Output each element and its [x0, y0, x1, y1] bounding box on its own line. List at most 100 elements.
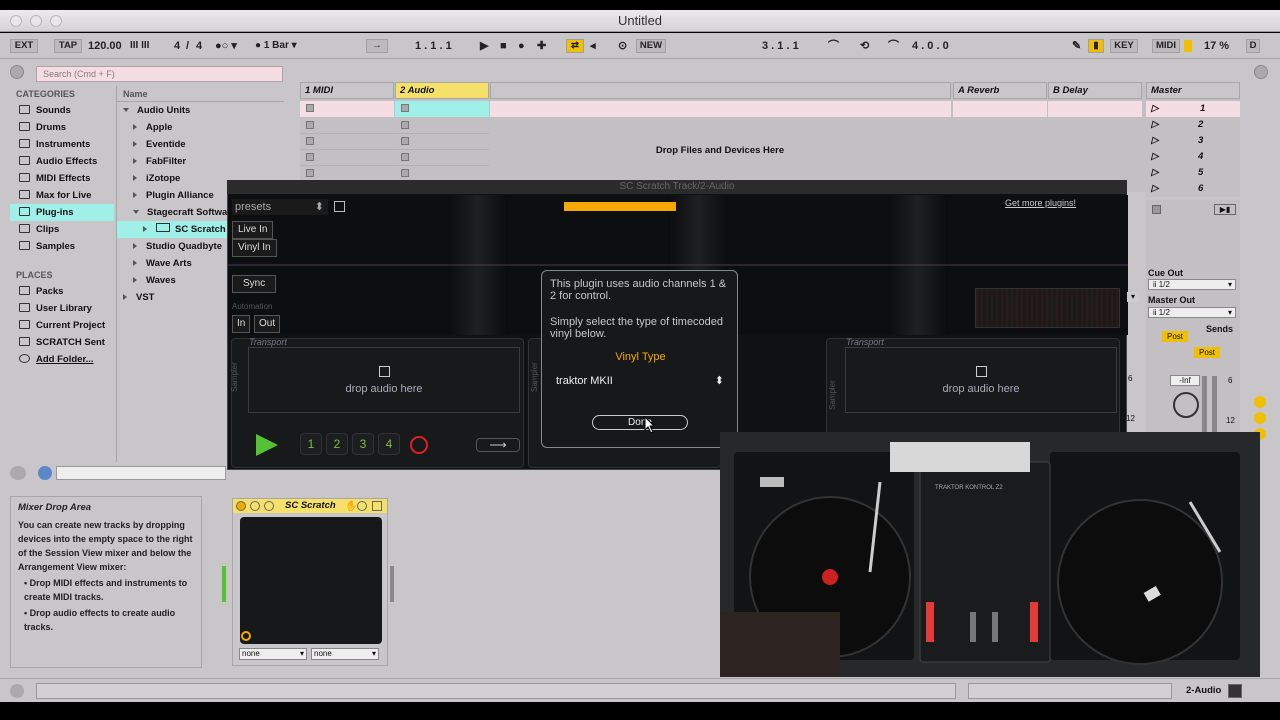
category-samples[interactable]: Samples: [10, 238, 114, 255]
browser-toggle-icon[interactable]: [10, 65, 24, 79]
song-position[interactable]: 1 . 1 . 1: [415, 39, 452, 53]
category-sounds[interactable]: Sounds: [10, 102, 114, 119]
save-preset-icon[interactable]: [334, 201, 345, 212]
preview-toggle-icon[interactable]: [10, 466, 26, 480]
follow-icon[interactable]: →: [366, 39, 388, 53]
scene-launch-3[interactable]: ▷ 3: [1146, 133, 1240, 149]
record-icon[interactable]: ●: [518, 39, 525, 53]
category-instruments[interactable]: Instruments: [10, 136, 114, 153]
track-header-b-delay[interactable]: B Delay: [1048, 82, 1142, 99]
key-map-button[interactable]: KEY: [1110, 39, 1138, 53]
solo-cue-icon[interactable]: [1254, 412, 1266, 424]
clip-slot[interactable]: [300, 150, 394, 166]
clip-slot[interactable]: [395, 101, 489, 117]
chevron-down-icon[interactable]: [250, 501, 260, 511]
quantize-select[interactable]: ● 1 Bar ▾: [255, 39, 297, 53]
clip-slot[interactable]: [395, 150, 489, 166]
clip-slot[interactable]: [300, 101, 394, 117]
track-header-1-midi[interactable]: 1 MIDI: [300, 82, 394, 99]
place-user-library[interactable]: User Library: [10, 300, 114, 317]
device-drop-area[interactable]: [398, 498, 720, 666]
clip-slot[interactable]: [300, 118, 394, 134]
play-icon[interactable]: ▶: [480, 39, 488, 53]
track-header-2-audio[interactable]: 2 Audio: [395, 82, 489, 99]
track-header-a-reverb[interactable]: A Reverb: [953, 82, 1047, 99]
meter-denominator[interactable]: 4: [196, 39, 202, 53]
minimize-window-button[interactable]: [30, 15, 42, 27]
category-drums[interactable]: Drums: [10, 119, 114, 136]
drop-audio-zone[interactable]: drop audio here: [845, 347, 1117, 413]
list-item[interactable]: Apple: [117, 119, 284, 136]
scene-launch-6[interactable]: ▷ 6: [1146, 181, 1240, 197]
master-volume-readout[interactable]: -Inf: [1170, 375, 1200, 386]
send-post-button[interactable]: Post: [1162, 331, 1188, 342]
back-to-arrangement-icon[interactable]: ◂: [590, 39, 596, 53]
close-window-button[interactable]: [10, 15, 22, 27]
output-select[interactable]: none ▾: [311, 648, 379, 660]
play-icon[interactable]: [256, 434, 278, 456]
cue-button-3[interactable]: 3: [352, 433, 374, 455]
draw-mode-icon[interactable]: ✎: [1072, 39, 1081, 53]
sync-button[interactable]: Sync: [232, 275, 277, 293]
place-packs[interactable]: Packs: [10, 283, 114, 300]
place-scratch-sent[interactable]: SCRATCH Sent: [10, 334, 114, 351]
punch-in-icon[interactable]: ⌒: [828, 39, 839, 53]
midi-track-icon[interactable]: [1228, 684, 1242, 698]
live-in-button[interactable]: Live In: [232, 221, 274, 239]
master-out-select[interactable]: ii 1/2 ▾: [1148, 307, 1236, 318]
add-folder[interactable]: Add Folder...: [10, 351, 114, 368]
overview-toggle-icon[interactable]: [10, 684, 24, 698]
scene-launch-2[interactable]: ▷ 2: [1146, 117, 1240, 133]
save-icon[interactable]: [372, 501, 382, 511]
done-button[interactable]: Done: [592, 415, 688, 430]
presets-select[interactable]: presets ⬍: [232, 199, 328, 215]
play-scene-icon[interactable]: ▶▮: [1214, 204, 1236, 215]
record-icon[interactable]: [410, 436, 428, 454]
clip-slot[interactable]: [953, 101, 1047, 117]
cue-button-4[interactable]: 4: [378, 433, 400, 455]
loop-start-field[interactable]: 3 . 1 . 1: [762, 39, 799, 53]
ext-sync-button[interactable]: EXT: [10, 39, 38, 53]
scene-launch-1[interactable]: ▷ 1: [1146, 101, 1240, 117]
session-record-icon[interactable]: ⊙: [618, 39, 627, 53]
stop-icon[interactable]: ■: [500, 39, 507, 53]
vinyl-in-button[interactable]: Vinyl In: [232, 239, 277, 257]
tap-tempo-button[interactable]: TAP: [54, 39, 82, 53]
preview-waveform[interactable]: [56, 466, 226, 480]
get-more-plugins-link[interactable]: Get more plugins!: [1005, 198, 1076, 208]
meter-numerator[interactable]: 4: [174, 39, 180, 53]
category-max-for-live[interactable]: Max for Live: [10, 187, 114, 204]
jog-wheel-display[interactable]: [975, 288, 1120, 328]
drop-audio-zone[interactable]: drop audio here: [248, 347, 520, 413]
place-current-project[interactable]: Current Project: [10, 317, 114, 334]
send-post-button[interactable]: Post: [1194, 347, 1220, 358]
cue-button-1[interactable]: 1: [300, 433, 322, 455]
category-plugins[interactable]: Plug-ins: [10, 204, 114, 221]
stop-all-clips-icon[interactable]: [1152, 205, 1161, 214]
browser-search-input[interactable]: Search (Cmd + F): [36, 66, 283, 82]
hand-icon[interactable]: ✋: [345, 501, 357, 512]
category-clips[interactable]: Clips: [10, 221, 114, 238]
overdub-icon[interactable]: ✚: [537, 39, 546, 53]
input-select[interactable]: none ▾: [239, 648, 307, 660]
cue-out-select[interactable]: ii 1/2 ▾: [1148, 279, 1236, 290]
category-midi-effects[interactable]: MIDI Effects: [10, 170, 114, 187]
list-item[interactable]: FabFilter: [117, 153, 284, 170]
clip-slot[interactable]: [395, 134, 489, 150]
master-pan-knob-icon[interactable]: [1173, 392, 1199, 418]
metronome-icon[interactable]: ●○ ▾: [215, 39, 237, 53]
automation-out-button[interactable]: Out: [254, 315, 281, 333]
nudge-icon[interactable]: III III: [130, 39, 149, 53]
zoom-window-button[interactable]: [50, 15, 62, 27]
vinyl-type-select[interactable]: traktor MKII ⬍: [550, 373, 730, 389]
cue-button-2[interactable]: 2: [326, 433, 348, 455]
loop-switch-icon[interactable]: ⟲: [860, 39, 869, 53]
tempo-field[interactable]: 120.00: [88, 39, 122, 53]
track-header-master[interactable]: Master: [1146, 82, 1240, 99]
solo-cue-icon[interactable]: [1254, 396, 1266, 408]
wrench-icon[interactable]: [264, 501, 274, 511]
dropdown-icon[interactable]: ▾: [1127, 292, 1139, 302]
preview-icon[interactable]: [38, 466, 52, 480]
settings-icon[interactable]: [357, 501, 367, 511]
list-item[interactable]: Eventide: [117, 136, 284, 153]
